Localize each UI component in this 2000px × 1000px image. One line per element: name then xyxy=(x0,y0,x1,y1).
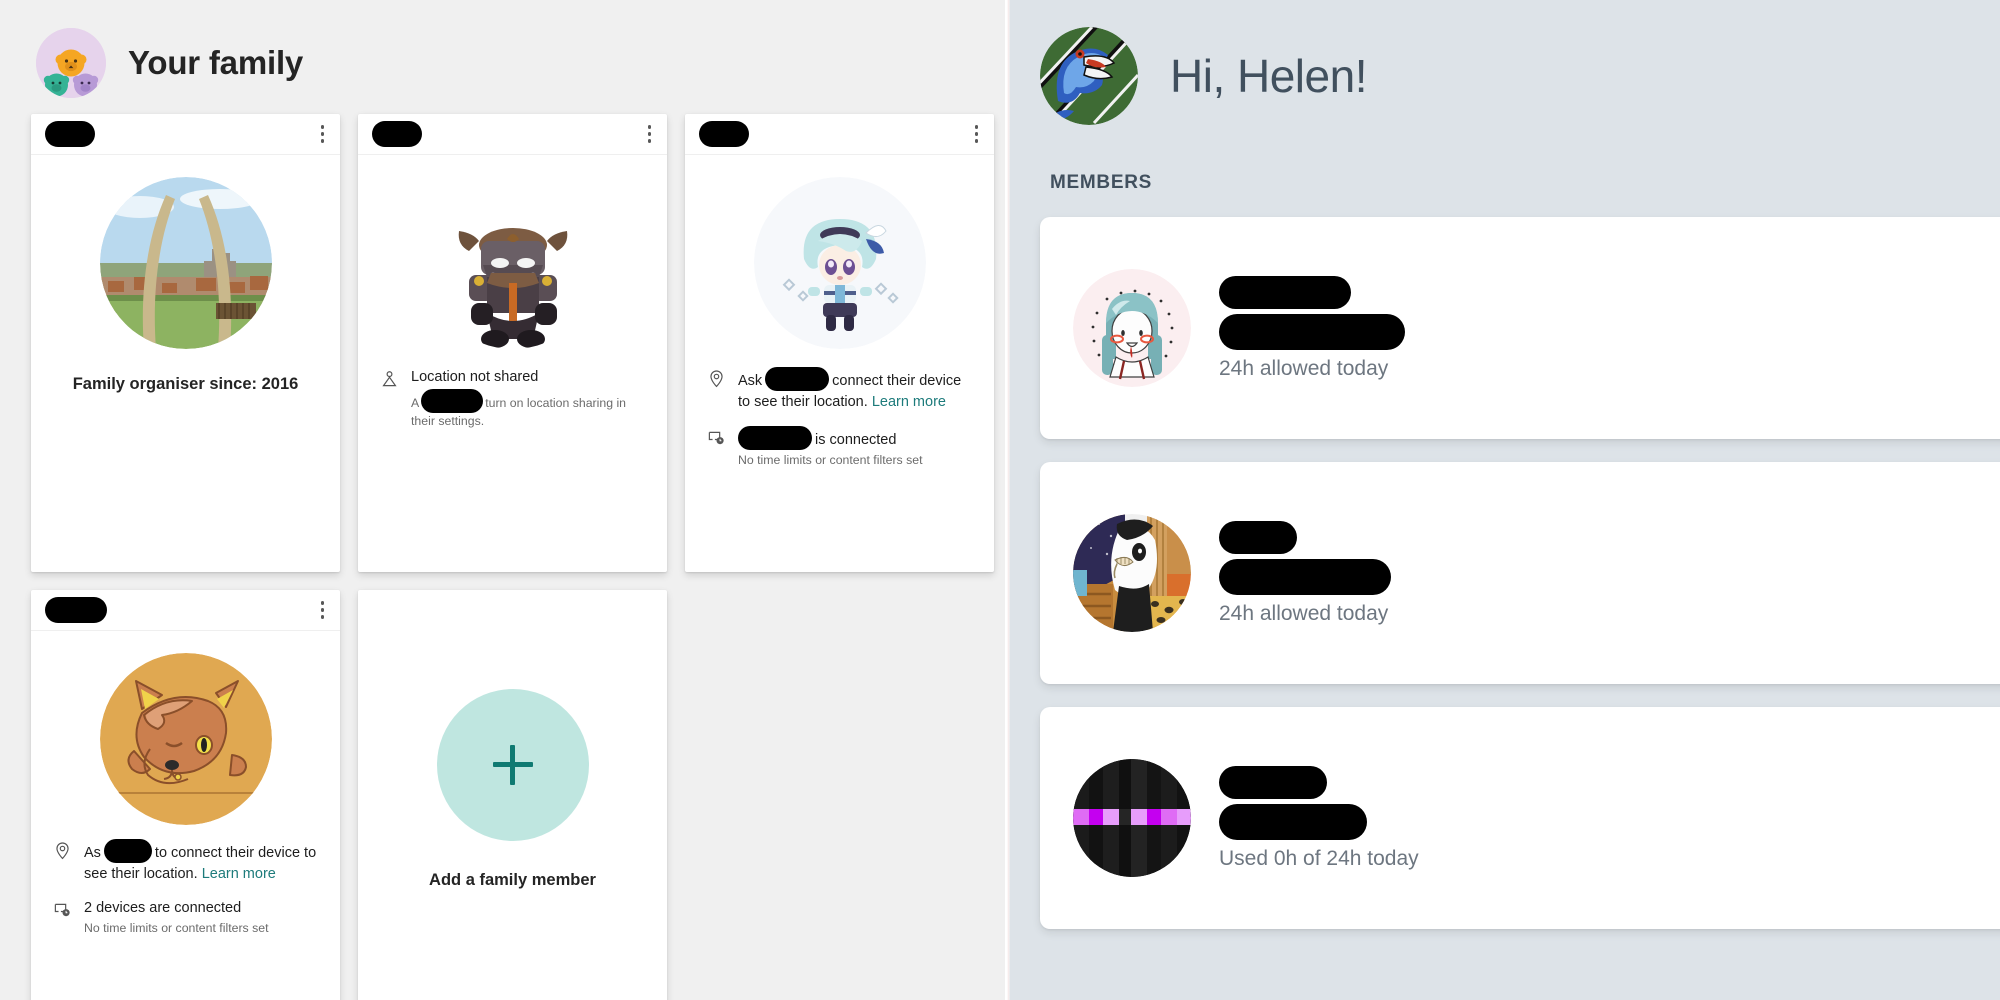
member-info: 24h allowed today xyxy=(1219,275,1405,381)
family-member-card[interactable]: Location not shared Aturn on location sh… xyxy=(358,114,667,572)
card-header xyxy=(31,590,340,631)
member-detail-redacted xyxy=(1219,313,1405,350)
learn-more-link[interactable]: Learn more xyxy=(202,866,276,882)
family-member-card[interactable]: Family organiser since: 2016 xyxy=(31,114,340,572)
card-body: Ask connect their device to see their loc… xyxy=(685,155,994,572)
left-panel: Your family Family organiser since: 2016… xyxy=(0,0,1010,1000)
member-row[interactable]: 24h allowed today xyxy=(1040,462,2000,684)
page-title: Your family xyxy=(128,44,304,81)
more-options-icon[interactable] xyxy=(317,119,329,149)
member-name-redacted xyxy=(45,597,107,623)
family-organiser-since: Family organiser since: 2016 xyxy=(72,375,299,393)
member-name-redacted xyxy=(45,121,95,147)
location-status-sub: Aturn on location sharing in their setti… xyxy=(411,388,645,430)
member-name-redacted xyxy=(699,121,749,147)
member-usage-text: Used 0h of 24h today xyxy=(1219,846,1419,870)
location-status-row: Ask connect their device to see their loc… xyxy=(707,367,972,412)
card-info-block: Ask connect their device to see their loc… xyxy=(685,367,994,483)
family-dashboard: Your family Family organiser since: 2016… xyxy=(0,0,2000,1000)
sub-prefix: A xyxy=(411,395,420,410)
add-card-body: Add a family member xyxy=(358,590,667,1000)
family-bears-icon xyxy=(36,28,106,98)
member-row[interactable]: 24h allowed today xyxy=(1040,217,2000,439)
card-info-block: As to connect their device to see their l… xyxy=(31,839,340,951)
avatar-anime-girl-pink xyxy=(1073,269,1191,387)
greeting-text: Hi, Helen! xyxy=(1170,50,1367,102)
device-status-sub: No time limits or content filters set xyxy=(738,452,923,467)
person-location-off-icon xyxy=(380,369,399,388)
card-header xyxy=(685,114,994,155)
avatar-minecraft-enderman xyxy=(1073,759,1191,877)
member-name-redacted xyxy=(1219,275,1351,309)
member-name-redacted-inline xyxy=(421,388,484,413)
more-options-icon[interactable] xyxy=(971,119,983,149)
plus-icon xyxy=(490,742,536,788)
card-body: As to connect their device to see their l… xyxy=(31,631,340,1000)
card-header xyxy=(358,114,667,155)
location-status-text: Ask connect their device to see their loc… xyxy=(738,367,972,412)
add-member-label: Add a family member xyxy=(429,870,596,889)
member-name-redacted xyxy=(1219,765,1327,799)
loc-prefix: Ask xyxy=(738,373,763,389)
location-status-row: Location not shared Aturn on location sh… xyxy=(380,367,645,430)
avatar-blue-raptor[interactable] xyxy=(1040,27,1138,125)
card-info-block: Location not shared Aturn on location sh… xyxy=(358,367,667,444)
avatar-dwarf-warrior xyxy=(427,177,599,349)
card-header xyxy=(31,114,340,155)
member-detail-redacted xyxy=(1219,558,1391,595)
more-options-icon[interactable] xyxy=(317,595,329,625)
member-row[interactable]: Used 0h of 24h today xyxy=(1040,707,2000,929)
member-name-redacted xyxy=(372,121,422,147)
device-status-row: is connected No time limits or content f… xyxy=(707,426,972,469)
add-member-button[interactable] xyxy=(436,688,589,841)
card-body: Family organiser since: 2016 xyxy=(31,155,340,572)
more-options-icon[interactable] xyxy=(644,119,656,149)
learn-more-link[interactable]: Learn more xyxy=(872,394,946,410)
add-family-member-card[interactable]: Add a family member xyxy=(358,590,667,1000)
member-name-redacted-inline xyxy=(738,426,812,451)
family-member-card[interactable]: As to connect their device to see their l… xyxy=(31,590,340,1000)
device-clock-icon xyxy=(707,428,726,447)
panel-header: Your family xyxy=(0,0,1010,108)
location-status-text: As to connect their device to see their l… xyxy=(84,839,318,884)
card-body: Location not shared Aturn on location sh… xyxy=(358,155,667,572)
location-status-title: Location not shared xyxy=(411,369,539,385)
location-pin-icon xyxy=(707,369,726,388)
device-status-sub: No time limits or content filters set xyxy=(84,920,269,935)
avatar-panda-art xyxy=(1073,514,1191,632)
family-member-card[interactable]: Ask connect their device to see their loc… xyxy=(685,114,994,572)
avatar-fox-winking xyxy=(99,653,272,825)
right-panel: Hi, Helen! MEMBERS 24h allowed today 24h… xyxy=(1010,0,2000,1000)
member-info: 24h allowed today xyxy=(1219,520,1391,626)
device-text: is connected xyxy=(815,432,897,449)
member-usage-text: 24h allowed today xyxy=(1219,601,1389,625)
location-pin-icon xyxy=(53,841,72,860)
greeting-row: Hi, Helen! xyxy=(1040,0,2000,125)
loc-prefix: As xyxy=(84,845,101,861)
photo-avatar-whitby-arch xyxy=(99,177,272,349)
location-status-row: As to connect their device to see their l… xyxy=(53,839,318,884)
avatar-anime-chibi xyxy=(753,177,926,349)
member-name-redacted-inline xyxy=(765,367,830,391)
members-heading: MEMBERS xyxy=(1050,172,1153,193)
member-usage-text: 24h allowed today xyxy=(1219,356,1389,380)
device-status-text: 2 devices are connected xyxy=(84,900,242,917)
member-info: Used 0h of 24h today xyxy=(1219,765,1419,871)
family-cards-grid: Family organiser since: 2016 Location no… xyxy=(0,108,1010,1000)
member-name-redacted-inline xyxy=(103,839,152,863)
device-status-row: 2 devices are connected No time limits o… xyxy=(53,898,318,937)
member-name-redacted xyxy=(1219,520,1297,554)
device-status-text: is connected xyxy=(738,426,923,451)
member-detail-redacted xyxy=(1219,803,1367,840)
device-clock-icon xyxy=(53,900,72,919)
